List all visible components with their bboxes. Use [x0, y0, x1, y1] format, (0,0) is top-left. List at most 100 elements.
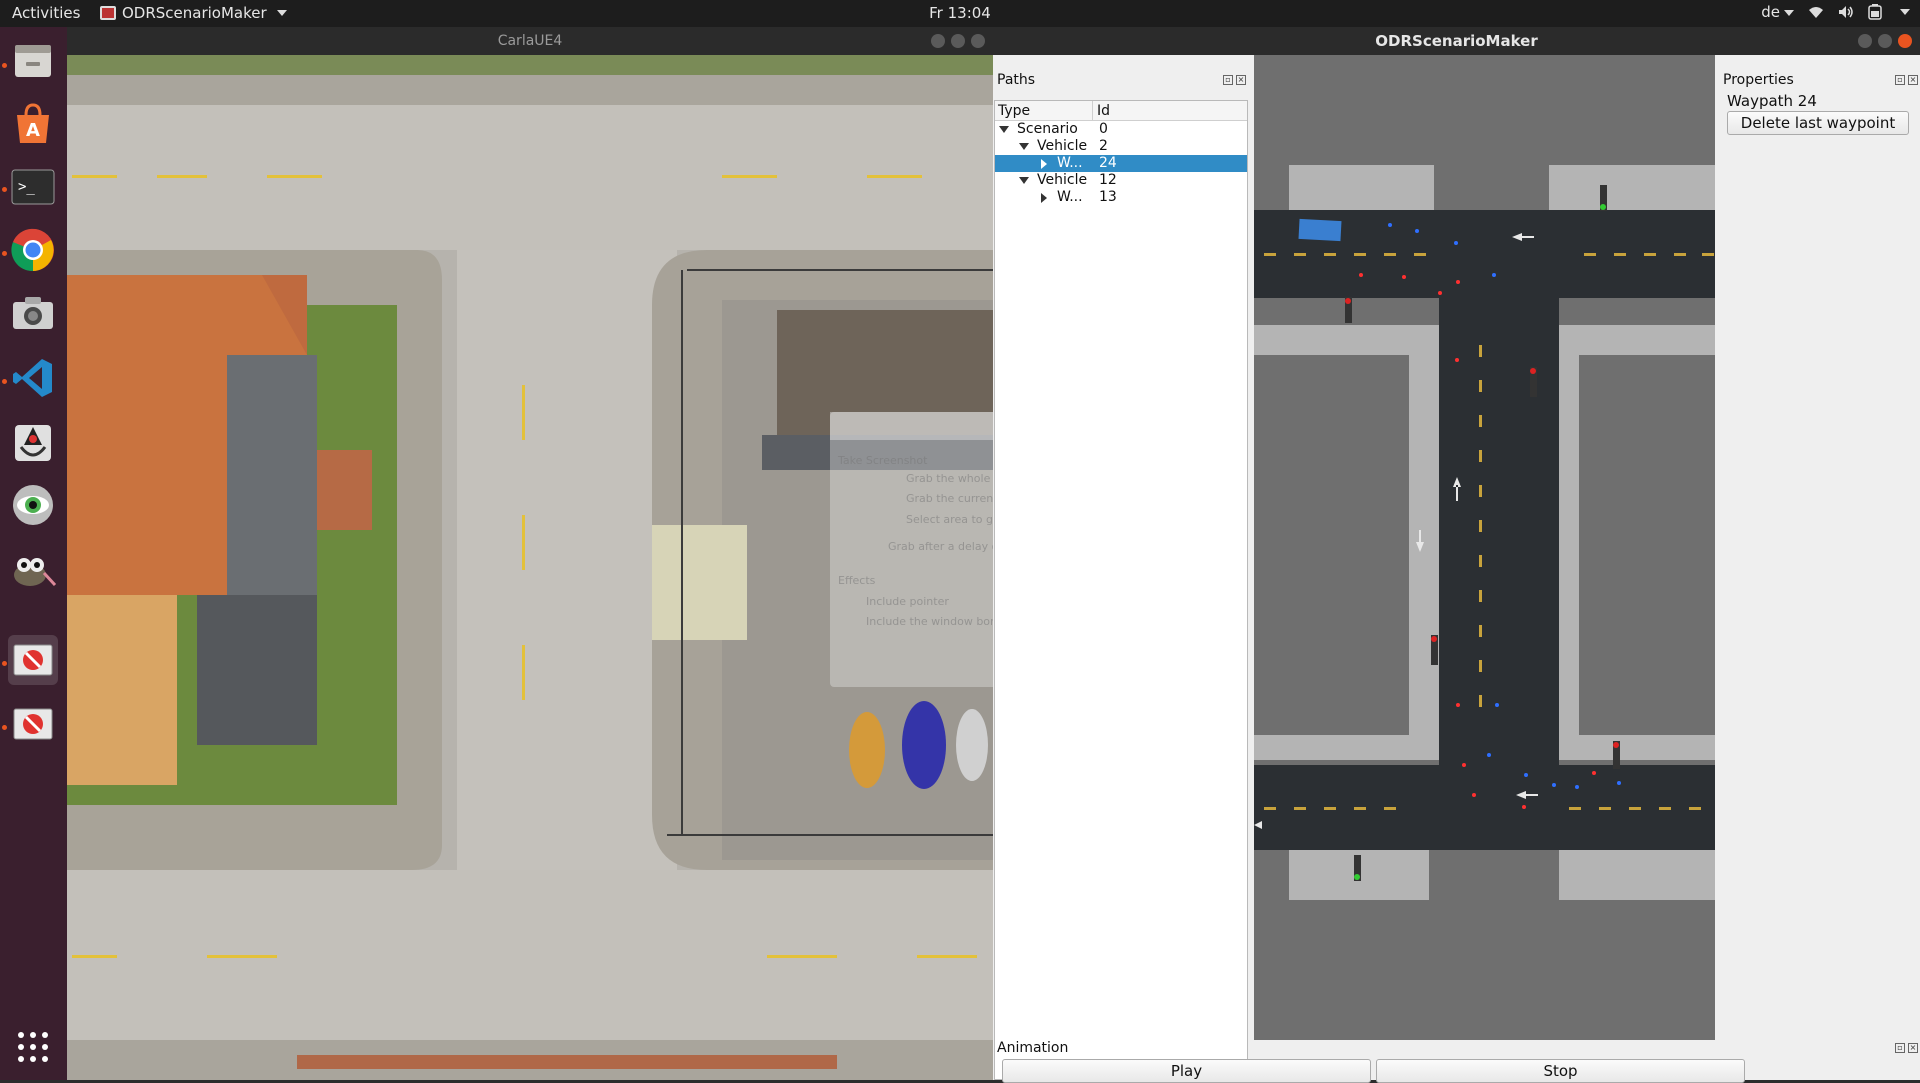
float-panel-icon[interactable]: ▫: [1895, 1043, 1905, 1053]
expand-open-icon[interactable]: [1019, 143, 1029, 150]
delay-label: Grab after a delay of: [888, 540, 1003, 553]
odr-titlebar[interactable]: ODRScenarioMaker: [993, 27, 1920, 55]
animation-panel: Animation ▫ × Play Stop: [993, 1040, 1920, 1083]
app-menu-label: ODRScenarioMaker: [122, 4, 267, 22]
activities-button[interactable]: Activities: [12, 4, 80, 22]
clock[interactable]: Fr 13:04: [929, 4, 991, 22]
running-indicator: [2, 251, 7, 256]
dock-eye-of-gnome[interactable]: [8, 480, 58, 530]
camera-icon: [13, 297, 53, 329]
include-pointer-option: Include pointer: [866, 595, 949, 608]
expand-open-icon[interactable]: [999, 126, 1009, 133]
odr-window: ODRScenarioMaker Paths ▫ × Type Id Scena…: [993, 27, 1920, 1083]
maximize-button[interactable]: [1878, 34, 1892, 48]
app-menu[interactable]: ODRScenarioMaker: [100, 4, 287, 22]
tree-row-id: 13: [1099, 189, 1117, 205]
svg-text:>_: >_: [18, 179, 35, 195]
running-indicator: [2, 63, 7, 68]
close-panel-icon[interactable]: ×: [1908, 1043, 1918, 1053]
tree-row-name: W...: [1057, 189, 1083, 205]
carla-titlebar[interactable]: CarlaUE4: [67, 27, 993, 55]
expand-open-icon[interactable]: [1019, 177, 1029, 184]
app-menu-icon: [100, 6, 116, 20]
chevron-down-icon: [1784, 9, 1794, 16]
effects-heading: Effects: [838, 574, 876, 587]
road-map-drawing: [1254, 55, 1715, 1040]
tree-row-scenario[interactable]: Scenario 0: [995, 121, 1247, 138]
system-menu-chevron-icon[interactable]: [1900, 9, 1910, 15]
running-indicator: [2, 661, 7, 666]
tree-row-name: W...: [1057, 155, 1083, 171]
close-button[interactable]: [971, 34, 985, 48]
take-screenshot-heading: Take Screenshot: [838, 454, 928, 467]
eye-icon: [13, 485, 53, 525]
properties-panel: Properties ▫ × Waypath 24 Delete last wa…: [1715, 55, 1920, 1040]
dock-chrome[interactable]: [8, 225, 58, 275]
vscode-icon: [13, 359, 52, 397]
tree-row-id: 24: [1099, 155, 1117, 171]
dock-vscode[interactable]: [8, 353, 58, 403]
tree-row-id: 0: [1099, 121, 1108, 137]
apps-grid-icon: [18, 1032, 48, 1062]
dock-screenshot[interactable]: [8, 288, 58, 338]
chevron-down-icon: [276, 10, 287, 16]
tree-row-vehicle[interactable]: Vehicle 12: [995, 172, 1247, 189]
terminal-icon: >_: [11, 169, 55, 205]
dock-gimp[interactable]: [8, 545, 58, 595]
tree-row-id: 12: [1099, 172, 1117, 188]
close-button[interactable]: [1898, 34, 1912, 48]
maximize-button[interactable]: [951, 34, 965, 48]
keyboard-layout-indicator[interactable]: de: [1761, 3, 1794, 21]
svg-text:A: A: [26, 120, 40, 141]
expand-closed-icon[interactable]: [1041, 159, 1047, 169]
running-indicator: [2, 379, 7, 384]
wifi-icon: [1809, 7, 1823, 18]
keyboard-layout-label: de: [1761, 3, 1780, 21]
delete-last-waypoint-button[interactable]: Delete last waypoint: [1727, 111, 1909, 135]
software-center-icon: A: [17, 103, 49, 143]
close-panel-icon[interactable]: ×: [1908, 75, 1918, 85]
tree-row-id: 2: [1099, 138, 1108, 154]
running-indicator: [2, 725, 7, 730]
paths-tree[interactable]: Type Id Scenario 0 Vehicle 2 W... 24 Veh…: [994, 100, 1248, 1080]
tree-row-name: Scenario: [1017, 121, 1078, 137]
gimp-icon: [14, 558, 56, 587]
dock-blocked-app-1[interactable]: [8, 635, 58, 685]
dock-files[interactable]: [8, 35, 58, 85]
dock: A >_: [0, 27, 67, 1080]
tree-row-waypath-selected[interactable]: W... 24: [995, 155, 1247, 172]
float-panel-icon[interactable]: ▫: [1895, 75, 1905, 85]
java-app-icon: [15, 425, 51, 461]
stop-button[interactable]: Stop: [1376, 1059, 1745, 1083]
minimize-button[interactable]: [931, 34, 945, 48]
dock-blocked-app-2[interactable]: [8, 699, 58, 749]
include-border-option: Include the window border: [866, 615, 1013, 628]
battery-icon: [1868, 4, 1882, 20]
tree-row-vehicle[interactable]: Vehicle 2: [995, 138, 1247, 155]
show-applications-button[interactable]: [8, 1022, 58, 1072]
dock-software-center[interactable]: A: [8, 99, 58, 149]
running-indicator: [2, 187, 7, 192]
vehicle-marker: [1298, 218, 1342, 242]
column-header-type[interactable]: Type: [998, 103, 1030, 119]
column-header-id[interactable]: Id: [1097, 103, 1110, 119]
paths-panel: Paths ▫ × Type Id Scenario 0 Vehicle 2 W…: [993, 55, 1248, 1080]
tree-row-waypath[interactable]: W... 13: [995, 189, 1247, 206]
animation-panel-title: Animation: [997, 1040, 1069, 1056]
tree-row-name: Vehicle: [1037, 172, 1088, 188]
no-entry-icon: [13, 708, 53, 740]
paths-panel-title: Paths: [997, 72, 1036, 88]
dock-terminal[interactable]: >_: [8, 162, 58, 212]
volume-icon: [1839, 6, 1853, 18]
road-map-canvas[interactable]: [1254, 55, 1715, 1040]
tree-row-name: Vehicle: [1037, 138, 1088, 154]
dock-java-app[interactable]: [8, 417, 58, 467]
odr-window-title: ODRScenarioMaker: [1375, 32, 1538, 50]
float-panel-icon[interactable]: ▫: [1223, 75, 1233, 85]
minimize-button[interactable]: [1858, 34, 1872, 48]
chrome-icon: [11, 228, 54, 272]
play-button[interactable]: Play: [1002, 1059, 1371, 1083]
expand-closed-icon[interactable]: [1041, 193, 1047, 203]
close-panel-icon[interactable]: ×: [1236, 75, 1246, 85]
carla-window-title: CarlaUE4: [497, 33, 563, 49]
